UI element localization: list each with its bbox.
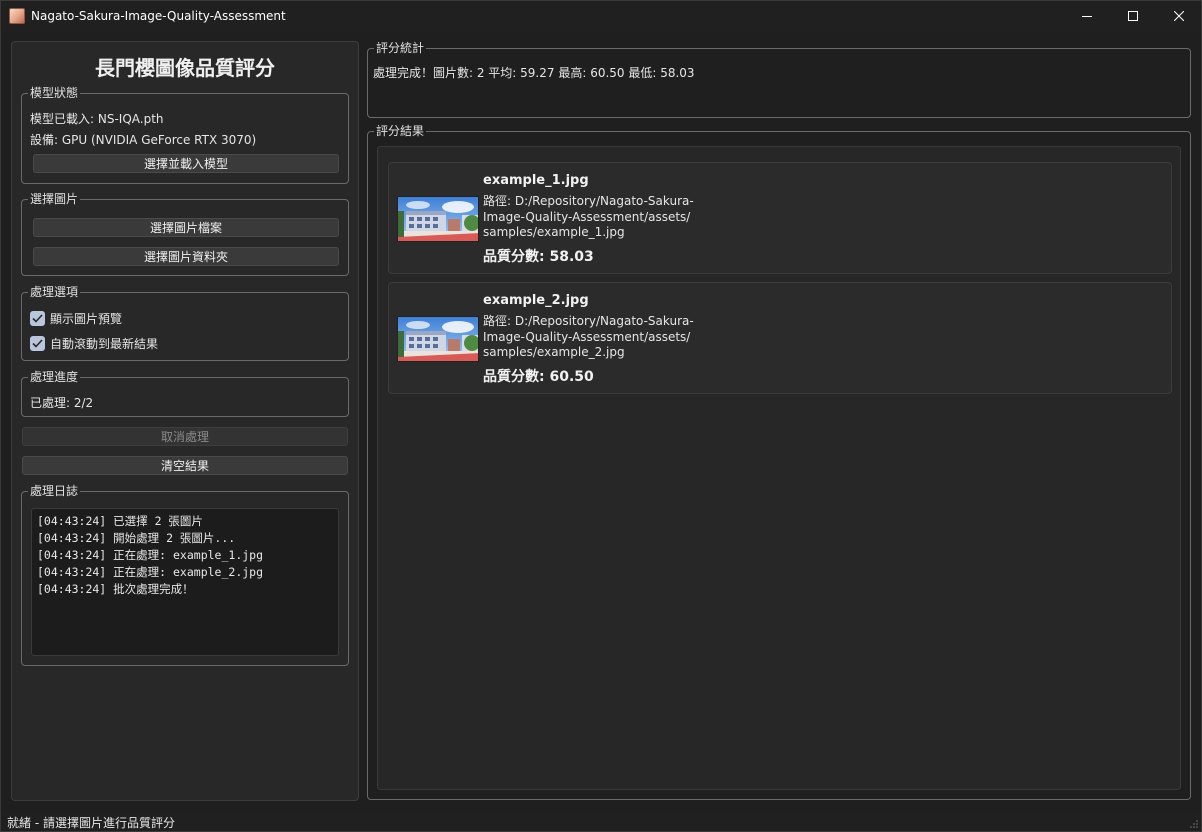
anime-school-image-icon (398, 317, 478, 361)
result-score: 品質分數: 58.03 (483, 249, 594, 265)
checkbox-checked-icon (30, 311, 45, 326)
checkbox-checked-icon (30, 336, 45, 351)
status-text: 就緒 - 請選擇圖片進行品質評分 (7, 816, 175, 830)
results-area: 評分統計 處理完成！圖片數: 2 平均: 59.27 最高: 60.50 最低:… (366, 40, 1192, 802)
minimize-icon (1082, 16, 1092, 17)
log-textarea[interactable]: [04:43:24] 已選擇 2 張圖片 [04:43:24] 開始處理 2 張… (31, 508, 339, 656)
checkmark-icon (32, 339, 43, 348)
title-bar: Nagato-Sakura-Image-Quality-Assessment (0, 0, 1202, 32)
log-line: [04:43:24] 批次處理完成！ (37, 582, 194, 596)
results-legend: 評分結果 (374, 124, 427, 138)
control-panel: 長門櫻圖像品質評分 模型狀態 模型已載入: NS-IQA.pth 設備: GPU… (11, 41, 359, 801)
auto-scroll-checkbox[interactable]: 自動滾動到最新結果 (30, 335, 158, 352)
cancel-button[interactable]: 取消處理 (22, 427, 348, 446)
options-legend: 處理選項 (28, 285, 81, 299)
maximize-icon (1128, 11, 1138, 21)
clear-results-button[interactable]: 清空結果 (22, 456, 348, 475)
resize-grip-icon[interactable] (1189, 819, 1199, 829)
log-line: [04:43:24] 開始處理 2 張圖片... (37, 531, 236, 545)
result-path-line: samples/example_2.jpg (483, 345, 625, 359)
minimize-button[interactable] (1064, 0, 1110, 32)
result-card: example_1.jpg 路徑: D:/Repository/Nagato-S… (388, 162, 1172, 274)
close-icon (1174, 11, 1184, 21)
result-path-line: Image-Quality-Assessment/assets/ (483, 329, 691, 344)
results-group: 評分結果 example_1.jpg 路徑: D:/Repository/Nag… (367, 124, 1191, 800)
progress-legend: 處理進度 (28, 370, 81, 384)
model-status-legend: 模型狀態 (28, 86, 81, 100)
image-thumbnail (397, 196, 479, 242)
image-thumbnail (397, 316, 479, 362)
results-scroll-area[interactable]: example_1.jpg 路徑: D:/Repository/Nagato-S… (377, 146, 1181, 790)
log-group: 處理日誌 [04:43:24] 已選擇 2 張圖片 [04:43:24] 開始處… (21, 484, 349, 666)
stats-group: 評分統計 處理完成！圖片數: 2 平均: 59.27 最高: 60.50 最低:… (367, 41, 1191, 118)
show-preview-label: 顯示圖片預覽 (50, 312, 123, 326)
result-path-line: 路徑: D:/Repository/Nagato-Sakura- (483, 194, 694, 208)
app-heading: 長門櫻圖像品質評分 (95, 56, 275, 80)
log-line: [04:43:24] 正在處理: example_1.jpg (37, 548, 264, 562)
status-bar: 就緒 - 請選擇圖片進行品質評分 (0, 810, 1202, 832)
select-image-legend: 選擇圖片 (28, 192, 81, 206)
log-line: [04:43:24] 正在處理: example_2.jpg (37, 565, 264, 579)
progress-text: 已處理: 2/2 (30, 396, 94, 410)
result-path-line: samples/example_1.jpg (483, 225, 625, 239)
device-text: 設備: GPU (NVIDIA GeForce RTX 3070) (30, 133, 257, 147)
maximize-button[interactable] (1110, 0, 1156, 32)
select-file-button[interactable]: 選擇圖片檔案 (33, 218, 339, 237)
window-title: Nagato-Sakura-Image-Quality-Assessment (31, 9, 286, 23)
log-line: [04:43:24] 已選擇 2 張圖片 (37, 514, 203, 528)
result-path: 路徑: D:/Repository/Nagato-Sakura- Image-Q… (483, 314, 703, 361)
result-filename: example_2.jpg (483, 293, 589, 308)
stats-legend: 評分統計 (374, 41, 427, 55)
anime-school-image-icon (398, 197, 478, 241)
model-status-group: 模型狀態 模型已載入: NS-IQA.pth 設備: GPU (NVIDIA G… (21, 86, 349, 184)
log-legend: 處理日誌 (28, 484, 81, 498)
select-folder-button[interactable]: 選擇圖片資料夾 (33, 247, 339, 266)
window-controls (1064, 0, 1202, 32)
checkmark-icon (32, 314, 43, 323)
load-model-button[interactable]: 選擇並載入模型 (33, 154, 339, 173)
result-filename: example_1.jpg (483, 173, 589, 188)
select-image-group: 選擇圖片 選擇圖片檔案 選擇圖片資料夾 (21, 192, 349, 276)
result-path: 路徑: D:/Repository/Nagato-Sakura- Image-Q… (483, 194, 703, 241)
result-card: example_2.jpg 路徑: D:/Repository/Nagato-S… (388, 282, 1172, 394)
stats-summary: 處理完成！圖片數: 2 平均: 59.27 最高: 60.50 最低: 58.0… (373, 66, 695, 80)
result-path-line: 路徑: D:/Repository/Nagato-Sakura- (483, 314, 694, 328)
options-group: 處理選項 顯示圖片預覽 自動滾動到最新結果 (21, 285, 349, 361)
app-icon (9, 8, 25, 24)
progress-group: 處理進度 已處理: 2/2 (21, 370, 349, 417)
model-loaded-text: 模型已載入: NS-IQA.pth (30, 112, 164, 126)
result-score: 品質分數: 60.50 (483, 369, 594, 385)
close-button[interactable] (1156, 0, 1202, 32)
result-path-line: Image-Quality-Assessment/assets/ (483, 209, 691, 224)
auto-scroll-label: 自動滾動到最新結果 (50, 337, 159, 351)
show-preview-checkbox[interactable]: 顯示圖片預覽 (30, 310, 122, 327)
